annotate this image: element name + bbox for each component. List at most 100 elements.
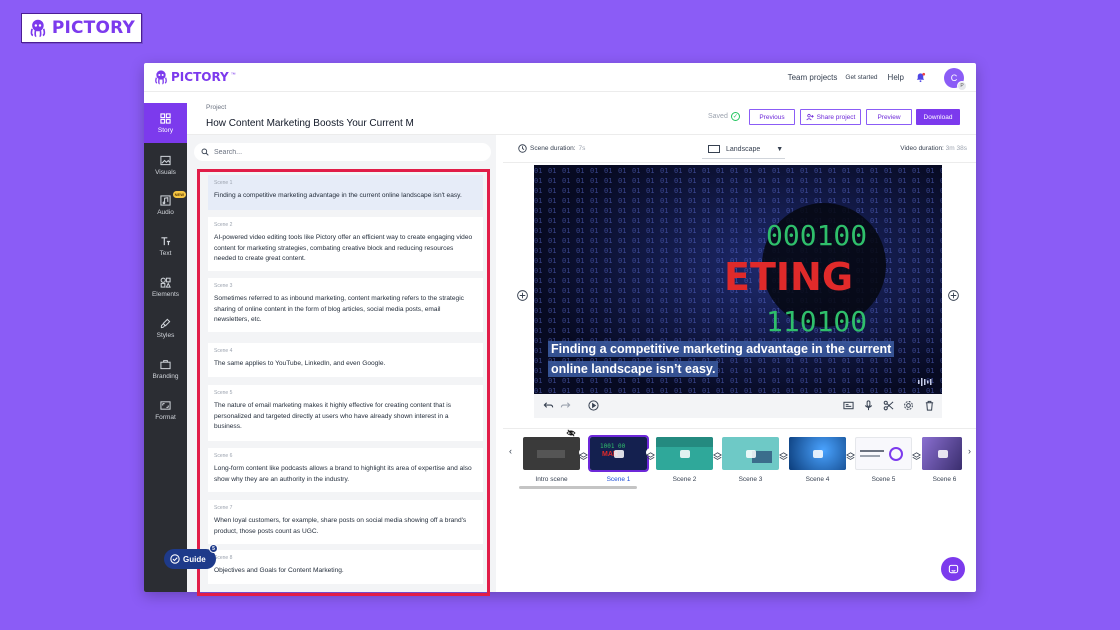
- timeline-thumb-scene-1[interactable]: 1001 00 MAR: [588, 435, 649, 472]
- sidebar-item-label: Story: [157, 126, 174, 134]
- octopus-logo-icon: [155, 70, 167, 85]
- redo-icon[interactable]: [560, 400, 571, 411]
- transition-icon[interactable]: [779, 448, 788, 460]
- eye-slash-icon[interactable]: [566, 429, 576, 437]
- undo-icon[interactable]: [543, 400, 554, 411]
- sidebar-item-elements[interactable]: Elements: [144, 267, 187, 307]
- trademark: ™: [230, 72, 236, 78]
- scene-number: Scene 6: [214, 453, 233, 459]
- scene-timeline: ‹ › 1001 00 MAR Intro scene Scene 1 Scen…: [503, 428, 976, 489]
- scene-number: Scene 2: [214, 222, 233, 228]
- chat-icon: [948, 564, 958, 573]
- sidebar-item-audio[interactable]: NEW Audio: [144, 185, 187, 225]
- timeline-thumb-intro[interactable]: [523, 437, 580, 470]
- user-avatar[interactable]: C P: [944, 67, 967, 91]
- search-box[interactable]: [194, 143, 491, 161]
- app-logo[interactable]: PICTORY ™: [153, 69, 236, 85]
- chevron-left-icon[interactable]: ‹: [509, 446, 512, 456]
- timeline-scrollbar[interactable]: [519, 486, 637, 489]
- bell-icon[interactable]: [915, 72, 926, 83]
- briefcase-icon: [160, 359, 171, 369]
- microphone-icon[interactable]: [863, 400, 874, 411]
- scene-card-3[interactable]: Scene 3 Sometimes referred to as inbound…: [208, 278, 483, 332]
- guide-count-badge: 5: [209, 544, 218, 553]
- avatar-initial: C: [950, 72, 958, 83]
- scene-card-7[interactable]: Scene 7 When loyal customers, for exampl…: [208, 500, 483, 544]
- chevron-right-icon[interactable]: ›: [968, 446, 971, 456]
- play-icon[interactable]: [588, 400, 599, 411]
- timeline-thumb-scene-6[interactable]: [922, 437, 962, 470]
- brand-wordmark: PICTORY: [51, 18, 135, 38]
- video-preview[interactable]: 01 000100 ETING 110100 Finding a competi…: [534, 165, 942, 394]
- search-input[interactable]: [214, 148, 474, 156]
- sidebar-item-styles[interactable]: Styles: [144, 308, 187, 348]
- scene-text[interactable]: Objectives and Goals for Content Marketi…: [214, 566, 477, 577]
- sidebar: Story Visuals NEW Audio Text Elements St…: [144, 103, 187, 592]
- add-scene-before-icon[interactable]: [517, 290, 528, 301]
- scene-text[interactable]: AI-powered video editing tools like Pict…: [214, 233, 477, 265]
- scene-number: Scene 4: [214, 348, 233, 354]
- sidebar-item-text[interactable]: Text: [144, 226, 187, 266]
- timeline-label: Scene 1: [606, 476, 631, 483]
- sidebar-item-format[interactable]: Format: [144, 390, 187, 430]
- trash-icon[interactable]: [924, 400, 935, 411]
- add-scene-after-icon[interactable]: [948, 290, 959, 301]
- transition-icon[interactable]: [846, 448, 855, 460]
- scene-card-6[interactable]: Scene 6 Long-form content like podcasts …: [208, 448, 483, 492]
- transition-icon[interactable]: [579, 448, 588, 460]
- video-caption[interactable]: Finding a competitive marketing advantag…: [548, 339, 895, 379]
- orientation-select[interactable]: Landscape ▼: [702, 140, 785, 159]
- video-duration-label: Video duration:: [900, 145, 944, 152]
- timeline-label: Scene 6: [932, 476, 957, 483]
- nav-get-started[interactable]: Get started: [845, 74, 877, 81]
- saved-text: Saved: [708, 113, 728, 120]
- transition-icon[interactable]: [912, 448, 921, 460]
- app-window: PICTORY ™ Team projects Get started Help…: [144, 63, 976, 592]
- top-bar: PICTORY ™ Team projects Get started Help…: [144, 63, 976, 92]
- timeline-thumb-scene-3[interactable]: [722, 437, 779, 470]
- scene-card-4[interactable]: Scene 4 The same applies to YouTube, Lin…: [208, 343, 483, 377]
- nav-help[interactable]: Help: [888, 73, 904, 82]
- binary-text-top: 000100: [766, 219, 867, 252]
- timeline-thumb-scene-4[interactable]: [789, 437, 846, 470]
- scene-text[interactable]: Finding a competitive marketing advantag…: [214, 191, 477, 202]
- scene-duration[interactable]: Scene duration: 7s: [518, 144, 585, 153]
- timeline-label: Scene 3: [738, 476, 763, 483]
- timeline-thumb-scene-5[interactable]: [855, 437, 912, 470]
- sidebar-item-story[interactable]: Story: [144, 103, 187, 143]
- download-button[interactable]: Download: [916, 109, 960, 125]
- timeline-thumb-scene-2[interactable]: [656, 437, 713, 470]
- scene-text[interactable]: When loyal customers, for example, share…: [214, 516, 477, 537]
- chat-button[interactable]: [941, 557, 965, 581]
- share-project-button[interactable]: Share project: [800, 109, 861, 125]
- scissors-icon[interactable]: [883, 400, 894, 411]
- share-users-icon: [806, 113, 814, 121]
- scene-card-1[interactable]: Scene 1 Finding a competitive marketing …: [208, 175, 483, 210]
- scene-number: Scene 8: [214, 555, 233, 561]
- guide-label: Guide: [183, 554, 206, 564]
- saved-status: Saved ✓: [708, 112, 740, 121]
- gear-icon[interactable]: [903, 400, 914, 411]
- scene-text[interactable]: Sometimes referred to as inbound marketi…: [214, 294, 477, 326]
- scene-text[interactable]: The nature of email marketing makes it h…: [214, 401, 477, 433]
- previous-button[interactable]: Previous: [749, 109, 795, 125]
- sidebar-item-visuals[interactable]: Visuals: [144, 145, 187, 185]
- caption-line-2: online landscape isn’t easy.: [548, 361, 719, 377]
- scene-text[interactable]: The same applies to YouTube, LinkedIn, a…: [214, 359, 477, 370]
- landscape-icon: [708, 145, 720, 153]
- captions-icon[interactable]: [843, 400, 854, 411]
- scene-text[interactable]: Long-form content like podcasts allows a…: [214, 464, 477, 485]
- new-badge: NEW: [172, 191, 186, 198]
- scene-card-2[interactable]: Scene 2 AI-powered video editing tools l…: [208, 217, 483, 271]
- scene-card-5[interactable]: Scene 5 The nature of email marketing ma…: [208, 385, 483, 441]
- sidebar-item-branding[interactable]: Branding: [144, 349, 187, 389]
- transition-icon[interactable]: [646, 448, 655, 460]
- guide-button[interactable]: Guide 5: [164, 544, 218, 569]
- preview-button[interactable]: Preview: [866, 109, 912, 125]
- transition-icon[interactable]: [713, 448, 722, 460]
- project-title[interactable]: How Content Marketing Boosts Your Curren…: [206, 118, 422, 129]
- nav-team-projects[interactable]: Team projects: [788, 73, 838, 82]
- sidebar-item-label: Styles: [156, 331, 175, 339]
- scene-card-8[interactable]: Scene 8 Objectives and Goals for Content…: [208, 550, 483, 584]
- text-icon: [161, 236, 171, 245]
